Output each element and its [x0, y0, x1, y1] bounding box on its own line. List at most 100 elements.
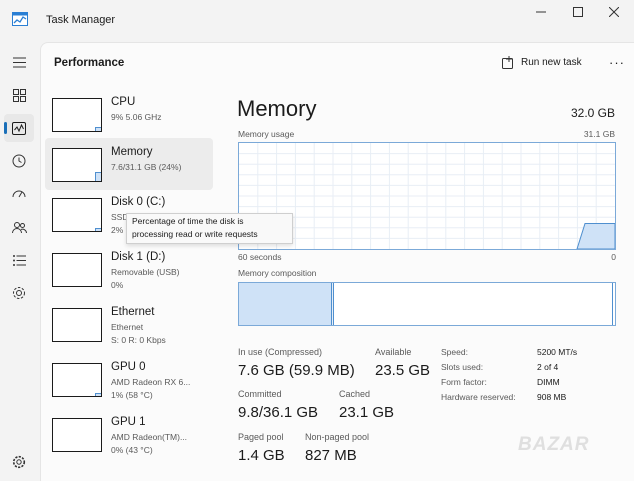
stat-available-label: Available [375, 347, 412, 357]
memory-usage-label: Memory usage [238, 129, 295, 139]
spec-speed-key: Speed: [441, 347, 468, 357]
performance-icon [12, 121, 26, 135]
resource-name: Disk 1 (D:) [111, 251, 166, 263]
resource-detail-2: 2% [111, 225, 124, 235]
resource-name: Memory [111, 146, 153, 158]
tooltip-line-1: Percentage of time the disk is [132, 216, 244, 226]
resource-detail-2: 0% (43 °C) [111, 445, 153, 455]
services-icon [13, 287, 25, 299]
stat-committed-label: Committed [238, 389, 282, 399]
memory-thumbnail-fill [95, 172, 101, 181]
run-task-icon [502, 55, 513, 69]
spec-form-factor-key: Form factor: [441, 377, 487, 387]
stat-in-use-label: In use (Compressed) [238, 347, 323, 357]
composition-segment-standby[interactable] [334, 283, 613, 325]
close-icon [609, 7, 619, 17]
resource-item-disk-1[interactable]: Disk 1 (D:) Removable (USB) 0% [45, 243, 213, 295]
close-button[interactable] [597, 0, 631, 24]
resource-detail: 7.6/31.1 GB (24%) [111, 162, 182, 172]
hamburger-icon [12, 57, 26, 67]
cpu-thumbnail-fill [95, 127, 101, 131]
resource-item-gpu-1[interactable]: GPU 1 AMD Radeon(TM)... 0% (43 °C) [45, 408, 213, 460]
resource-name: CPU [111, 96, 136, 108]
disk1-thumbnail-graph [52, 253, 102, 287]
stat-in-use-value: 7.6 GB (59.9 MB) [238, 362, 355, 379]
spec-hw-reserved-value: 908 MB [537, 392, 567, 402]
resource-detail-2: S: 0 R: 0 Kbps [111, 335, 166, 345]
gpu1-thumbnail-graph [52, 418, 102, 452]
time-axis-left: 60 seconds [238, 252, 282, 262]
cpu-thumbnail-graph [52, 98, 102, 132]
composition-segment-in-use[interactable] [239, 283, 332, 325]
nav-menu-button[interactable] [4, 48, 34, 76]
stat-available-value: 23.5 GB [375, 362, 431, 379]
disk0-thumbnail-graph [52, 198, 102, 232]
resource-item-gpu-0[interactable]: GPU 0 AMD Radeon RX 6... 1% (58 °C) [45, 353, 213, 405]
page-title: Performance [54, 57, 125, 69]
navigation-rail [0, 40, 38, 480]
resource-detail-2: 1% (58 °C) [111, 390, 153, 400]
gpu0-thumbnail-graph [52, 363, 102, 397]
ethernet-thumbnail-graph [52, 308, 102, 342]
detail-title: Memory [237, 96, 317, 121]
resource-detail: Ethernet [111, 322, 144, 332]
minimize-icon [536, 11, 546, 13]
processes-icon [12, 88, 26, 102]
memory-thumbnail-graph [52, 148, 102, 182]
resource-detail: Removable (USB) [111, 267, 180, 277]
history-icon [12, 154, 26, 168]
details-icon [12, 254, 26, 266]
stat-paged-pool-label: Paged pool [238, 432, 284, 442]
nav-item-startup-apps[interactable] [4, 180, 34, 208]
title-bar: Task Manager [0, 0, 634, 40]
resource-detail: AMD Radeon RX 6... [111, 377, 191, 387]
memory-usage-svg [239, 143, 616, 250]
stat-paged-pool-value: 1.4 GB [238, 447, 285, 464]
memory-usage-max: 31.1 GB [583, 129, 615, 139]
nav-item-settings[interactable] [4, 448, 34, 476]
composition-segment-free[interactable] [613, 283, 615, 325]
memory-composition-label: Memory composition [238, 268, 317, 278]
more-options-button[interactable]: ··· [606, 51, 628, 73]
run-new-task-label: Run new task [521, 56, 582, 68]
maximize-button[interactable] [561, 0, 595, 24]
spec-hw-reserved-key: Hardware reserved: [441, 392, 516, 402]
tooltip-line-2: processing read or write requests [132, 229, 258, 239]
task-manager-app-icon [12, 12, 28, 26]
time-axis-right: 0 [611, 252, 616, 262]
memory-usage-graph [238, 142, 616, 250]
resource-item-cpu[interactable]: CPU 9% 5.06 GHz [45, 88, 213, 140]
settings-icon [12, 455, 26, 469]
spec-speed-value: 5200 MT/s [537, 347, 578, 357]
nav-item-performance[interactable] [4, 114, 34, 142]
nav-item-app-history[interactable] [4, 147, 34, 175]
minimize-button[interactable] [524, 0, 558, 24]
nav-item-users[interactable] [4, 213, 34, 241]
stat-non-paged-pool-label: Non-paged pool [305, 432, 370, 442]
disk0-thumbnail-fill [95, 228, 101, 231]
resource-detail: AMD Radeon(TM)... [111, 432, 188, 442]
nav-item-details[interactable] [4, 246, 34, 274]
stat-committed-value: 9.8/36.1 GB [238, 404, 319, 421]
gpu0-thumbnail-fill [95, 393, 101, 396]
content-panel: Performance Run new task ··· CPU 9% 5.06… [40, 42, 634, 481]
graph-gridlines [239, 143, 615, 249]
resource-detail-2: 0% [111, 280, 124, 290]
resource-item-ethernet[interactable]: Ethernet Ethernet S: 0 R: 0 Kbps [45, 298, 213, 350]
maximize-icon [573, 7, 583, 17]
nav-item-services[interactable] [4, 279, 34, 307]
resource-name: Disk 0 (C:) [111, 196, 166, 208]
disk-tooltip: Percentage of time the disk is processin… [126, 213, 293, 244]
memory-total: 32.0 GB [570, 106, 615, 120]
spec-slots-value: 2 of 4 [537, 362, 559, 372]
resource-item-memory[interactable]: Memory 7.6/31.1 GB (24%) [45, 138, 213, 190]
spec-form-factor-value: DIMM [537, 377, 560, 387]
resource-name: GPU 1 [111, 416, 146, 428]
stat-non-paged-pool-value: 827 MB [305, 447, 357, 464]
nav-item-processes[interactable] [4, 81, 34, 109]
resource-name: Ethernet [111, 306, 155, 318]
resource-name: GPU 0 [111, 361, 146, 373]
run-new-task-button[interactable]: Run new task [502, 51, 582, 73]
users-icon [11, 221, 27, 233]
stat-cached-value: 23.1 GB [339, 404, 395, 421]
